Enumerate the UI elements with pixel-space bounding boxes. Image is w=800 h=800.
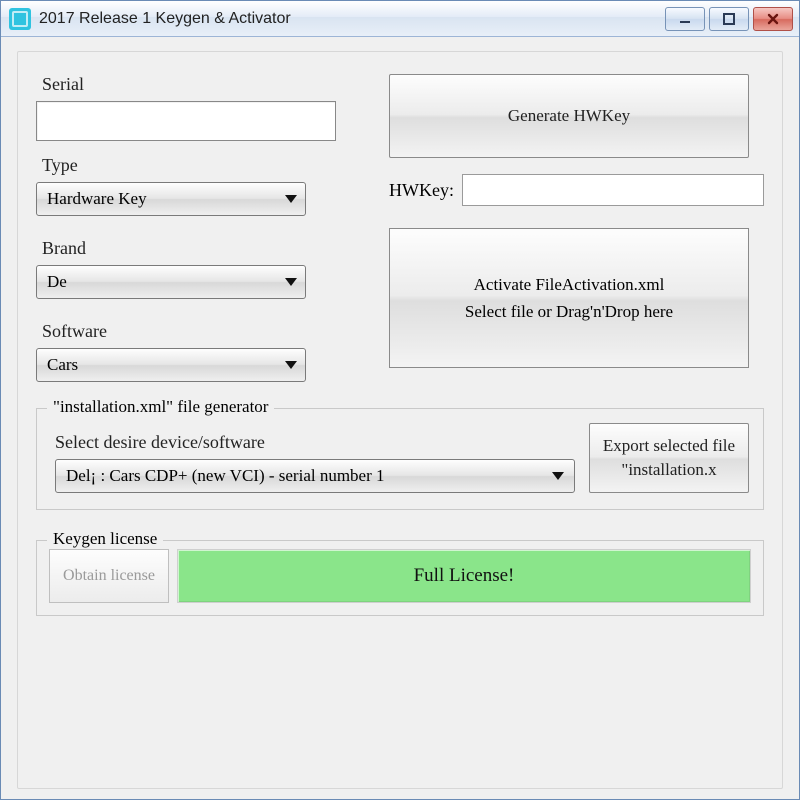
device-select[interactable]: Del¡ : Cars CDP+ (new VCI) - serial numb… <box>55 459 575 493</box>
titlebar: 2017 Release 1 Keygen & Activator <box>1 1 799 37</box>
chevron-down-icon <box>285 278 297 286</box>
main-panel: Serial Type Hardware Key Brand De Softwa… <box>17 51 783 789</box>
software-select[interactable]: Cars <box>36 348 306 382</box>
chevron-down-icon <box>285 361 297 369</box>
app-window: 2017 Release 1 Keygen & Activator Serial… <box>0 0 800 800</box>
full-license-label: Full License! <box>414 565 515 587</box>
type-label: Type <box>42 155 371 176</box>
license-group: Keygen license Obtain license Full Licen… <box>36 540 764 616</box>
chevron-down-icon <box>285 195 297 203</box>
software-label: Software <box>42 321 371 342</box>
hwkey-label: HWKey: <box>389 180 454 201</box>
brand-label: Brand <box>42 238 371 259</box>
app-icon <box>9 8 31 30</box>
activate-drop-area[interactable]: Activate FileActivation.xml Select file … <box>389 228 749 368</box>
type-select[interactable]: Hardware Key <box>36 182 306 216</box>
maximize-icon <box>722 12 736 26</box>
brand-select-value: De <box>47 272 67 292</box>
window-controls <box>665 7 795 31</box>
full-license-status: Full License! <box>177 549 751 603</box>
export-file-button[interactable]: Export selected file "installation.x <box>589 423 749 493</box>
serial-input[interactable] <box>36 101 336 141</box>
hwkey-input[interactable] <box>462 174 764 206</box>
generate-hwkey-button[interactable]: Generate HWKey <box>389 74 749 158</box>
obtain-license-label: Obtain license <box>63 566 155 587</box>
software-select-value: Cars <box>47 355 78 375</box>
generate-hwkey-label: Generate HWKey <box>508 104 630 128</box>
chevron-down-icon <box>552 472 564 480</box>
serial-label: Serial <box>42 74 371 95</box>
client-area: Serial Type Hardware Key Brand De Softwa… <box>1 37 799 799</box>
minimize-button[interactable] <box>665 7 705 31</box>
device-select-label: Select desire device/software <box>55 432 575 453</box>
maximize-button[interactable] <box>709 7 749 31</box>
obtain-license-button: Obtain license <box>49 549 169 603</box>
type-select-value: Hardware Key <box>47 189 147 209</box>
device-select-value: Del¡ : Cars CDP+ (new VCI) - serial numb… <box>66 466 385 486</box>
installation-group: "installation.xml" file generator Select… <box>36 408 764 510</box>
minimize-icon <box>678 12 692 26</box>
installation-legend: "installation.xml" file generator <box>47 397 274 417</box>
brand-select[interactable]: De <box>36 265 306 299</box>
close-button[interactable] <box>753 7 793 31</box>
license-legend: Keygen license <box>47 529 163 549</box>
close-icon <box>766 12 780 26</box>
activate-drop-text: Activate FileActivation.xml Select file … <box>465 271 673 325</box>
export-file-label: Export selected file "installation.x <box>594 434 744 482</box>
window-title: 2017 Release 1 Keygen & Activator <box>39 10 665 28</box>
